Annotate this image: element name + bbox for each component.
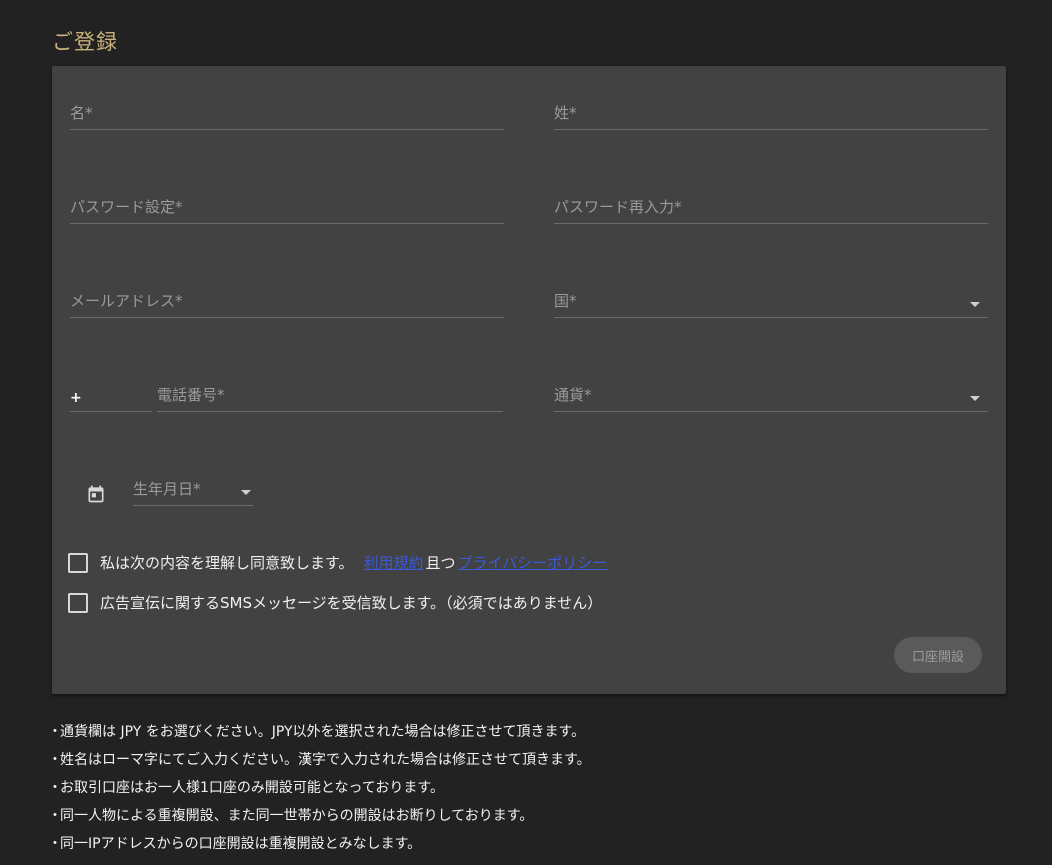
agree-row: 私は次の内容を理解し同意致します。 利用規約 且つ プライバシーポリシー bbox=[68, 552, 607, 573]
agree-checkbox[interactable] bbox=[68, 552, 88, 573]
chevron-down-icon[interactable] bbox=[970, 302, 980, 307]
password-label: パスワード設定* bbox=[70, 198, 183, 216]
list-item: 同一人物による重複開設、また同一世帯からの開設はお断りしております。 bbox=[48, 802, 591, 830]
registration-form: 名* 姓* パスワード設定* パスワード再入力* メールアドレス* 国* + 電… bbox=[52, 66, 1006, 694]
password-confirm-label: パスワード再入力* bbox=[554, 198, 682, 216]
agree-text: 私は次の内容を理解し同意致します。 bbox=[100, 554, 354, 572]
phone-prefix: + bbox=[70, 390, 82, 406]
birthdate-select[interactable]: 生年月日* bbox=[133, 466, 253, 506]
list-item: 同一IPアドレスからの口座開設は重複開設とみなします。 bbox=[48, 830, 591, 858]
password-confirm-field[interactable]: パスワード再入力* bbox=[554, 184, 988, 224]
country-select[interactable]: 国* bbox=[554, 278, 988, 318]
currency-label: 通貨* bbox=[554, 386, 592, 404]
chevron-down-icon[interactable] bbox=[970, 396, 980, 401]
chevron-down-icon[interactable] bbox=[241, 490, 251, 495]
first-name-field[interactable]: 名* bbox=[70, 90, 504, 130]
email-label: メールアドレス* bbox=[70, 292, 183, 310]
first-name-label: 名* bbox=[70, 104, 93, 122]
notes-list: 通貨欄は JPY をお選びください。JPY以外を選択された場合は修正させて頂きま… bbox=[48, 718, 591, 858]
birthdate-label: 生年月日* bbox=[133, 480, 201, 498]
list-item: 通貨欄は JPY をお選びください。JPY以外を選択された場合は修正させて頂きま… bbox=[48, 718, 591, 746]
currency-select[interactable]: 通貨* bbox=[554, 372, 988, 412]
list-item: お取引口座はお一人様1口座のみ開設可能となっております。 bbox=[48, 774, 591, 802]
and-text: 且つ bbox=[425, 554, 456, 572]
privacy-link[interactable]: プライバシーポリシー bbox=[458, 552, 608, 573]
phone-label: 電話番号* bbox=[157, 386, 225, 404]
calendar-icon[interactable] bbox=[86, 484, 106, 504]
phone-field[interactable]: 電話番号* bbox=[157, 372, 503, 412]
sms-checkbox[interactable] bbox=[68, 592, 88, 613]
last-name-label: 姓* bbox=[554, 104, 577, 122]
password-field[interactable]: パスワード設定* bbox=[70, 184, 504, 224]
terms-link[interactable]: 利用規約 bbox=[364, 552, 424, 573]
sms-text: 広告宣伝に関するSMSメッセージを受信致します。（必須ではありません） bbox=[100, 594, 603, 612]
sms-row: 広告宣伝に関するSMSメッセージを受信致します。（必須ではありません） bbox=[68, 592, 602, 613]
email-field[interactable]: メールアドレス* bbox=[70, 278, 504, 318]
page-title: ご登録 bbox=[52, 30, 118, 54]
open-account-button[interactable]: 口座開設 bbox=[894, 637, 982, 673]
list-item: 姓名はローマ字にてご入力ください。漢字で入力された場合は修正させて頂きます。 bbox=[48, 746, 591, 774]
phone-prefix-field[interactable]: + bbox=[70, 372, 152, 412]
last-name-field[interactable]: 姓* bbox=[554, 90, 988, 130]
country-label: 国* bbox=[554, 292, 577, 310]
